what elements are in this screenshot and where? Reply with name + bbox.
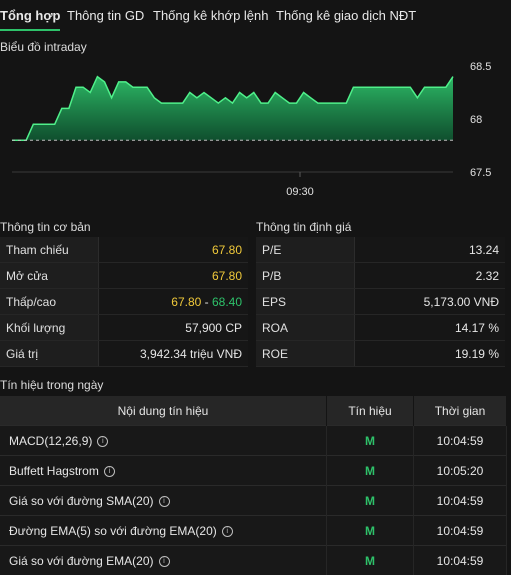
table-row: Khối lượng 57,900 CP [0, 315, 248, 341]
signals-header-row: Nội dung tín hiệu Tín hiệu Thời gian [0, 396, 507, 426]
low-price: 67.80 [171, 295, 201, 309]
eps-label: EPS [256, 289, 355, 315]
signals-table: Nội dung tín hiệu Tín hiệu Thời gian MAC… [0, 396, 507, 575]
value-value: 3,942.34 triệu VNĐ [99, 341, 249, 367]
col-header-time[interactable]: Thời gian [414, 396, 507, 426]
signal-name-text: Giá so với đường EMA(20) [9, 554, 154, 568]
roa-label: ROA [256, 315, 355, 341]
valuation-table: P/E 13.24 P/B 2.32 EPS 5,173.00 VNĐ ROA … [256, 237, 505, 367]
pe-label: P/E [256, 237, 355, 263]
tab-thong-tin-gd[interactable]: Thông tin GD [67, 8, 144, 23]
table-row: P/E 13.24 [256, 237, 505, 263]
signal-value: M [327, 546, 414, 575]
table-row: Tham chiếu 67.80 [0, 237, 248, 263]
signal-name-text: Buffett Hagstrom [9, 464, 99, 478]
info-icon[interactable]: i [222, 526, 233, 537]
table-row: EPS 5,173.00 VNĐ [256, 289, 505, 315]
x-tick-label: 09:30 [286, 186, 314, 198]
signals-title: Tín hiệu trong ngày [0, 378, 103, 392]
active-tab-indicator [0, 29, 60, 31]
signal-name: MACD(12,26,9) i [0, 426, 327, 456]
table-row: Giá trị 3,942.34 triệu VNĐ [0, 341, 248, 367]
ref-price-value: 67.80 [99, 237, 249, 263]
table-row: Thấp/cao 67.80 - 68.40 [0, 289, 248, 315]
signal-name: Giá so với đường SMA(20) i [0, 486, 327, 516]
col-header-signal[interactable]: Tín hiệu [327, 396, 414, 426]
table-row: Giá so với đường SMA(20) i M 10:04:59 [0, 486, 507, 516]
low-high-value: 67.80 - 68.40 [99, 289, 249, 315]
signal-time: 10:04:59 [414, 546, 507, 575]
signal-time: 10:04:59 [414, 486, 507, 516]
basic-info-title: Thông tin cơ bản [0, 220, 91, 234]
table-row: Buffett Hagstrom i M 10:05:20 [0, 456, 507, 486]
pb-label: P/B [256, 263, 355, 289]
signal-name: Buffett Hagstrom i [0, 456, 327, 486]
y-tick-label: 68 [470, 114, 482, 126]
table-row: Mở cửa 67.80 [0, 263, 248, 289]
signal-time: 10:04:59 [414, 426, 507, 456]
y-tick-label: 68.5 [470, 61, 491, 73]
signal-time: 10:04:59 [414, 516, 507, 546]
volume-label: Khối lượng [0, 315, 99, 341]
info-icon[interactable]: i [159, 496, 170, 507]
col-header-content[interactable]: Nội dung tín hiệu [0, 396, 327, 426]
roe-value: 19.19 % [355, 341, 506, 367]
signal-value: M [327, 516, 414, 546]
volume-value: 57,900 CP [99, 315, 249, 341]
high-price: 68.40 [212, 295, 242, 309]
table-row: MACD(12,26,9) i M 10:04:59 [0, 426, 507, 456]
open-price-value: 67.80 [99, 263, 249, 289]
basic-info-table: Tham chiếu 67.80 Mở cửa 67.80 Thấp/cao 6… [0, 237, 248, 367]
y-tick-label: 67.5 [470, 167, 491, 179]
eps-value: 5,173.00 VNĐ [355, 289, 506, 315]
table-row: Giá so với đường EMA(20) i M 10:04:59 [0, 546, 507, 575]
chart-section-title: Biểu đồ intraday [0, 40, 87, 54]
signal-value: M [327, 456, 414, 486]
signal-name-text: MACD(12,26,9) [9, 434, 92, 448]
low-high-separator: - [201, 295, 212, 309]
tab-thong-ke-giao-dich-ndt[interactable]: Thống kê giao dịch NĐT [276, 8, 416, 23]
low-high-label: Thấp/cao [0, 289, 99, 315]
table-row: ROA 14.17 % [256, 315, 505, 341]
roa-value: 14.17 % [355, 315, 506, 341]
pb-value: 2.32 [355, 263, 506, 289]
info-icon[interactable]: i [159, 556, 170, 567]
info-icon[interactable]: i [97, 436, 108, 447]
signal-value: M [327, 486, 414, 516]
signal-name: Đường EMA(5) so với đường EMA(20) i [0, 516, 327, 546]
signal-name: Giá so với đường EMA(20) i [0, 546, 327, 575]
table-row: Đường EMA(5) so với đường EMA(20) i M 10:… [0, 516, 507, 546]
table-row: ROE 19.19 % [256, 341, 505, 367]
pe-value: 13.24 [355, 237, 506, 263]
signal-name-text: Đường EMA(5) so với đường EMA(20) [9, 524, 217, 538]
signal-value: M [327, 426, 414, 456]
signal-time: 10:05:20 [414, 456, 507, 486]
open-price-label: Mở cửa [0, 263, 99, 289]
signal-name-text: Giá so với đường SMA(20) [9, 494, 154, 508]
info-icon[interactable]: i [104, 466, 115, 477]
tab-tong-hop[interactable]: Tổng hợp [0, 8, 61, 23]
tab-bar: Tổng hợp Thông tin GD Thống kê khớp lệnh… [0, 0, 511, 32]
intraday-chart[interactable]: 68.5 68 67.5 09:30 [0, 56, 511, 206]
price-area [12, 77, 453, 141]
table-row: P/B 2.32 [256, 263, 505, 289]
value-label: Giá trị [0, 341, 99, 367]
tab-thong-ke-khop-lenh[interactable]: Thống kê khớp lệnh [153, 8, 269, 23]
roe-label: ROE [256, 341, 355, 367]
ref-price-label: Tham chiếu [0, 237, 99, 263]
valuation-title: Thông tin định giá [256, 220, 351, 234]
